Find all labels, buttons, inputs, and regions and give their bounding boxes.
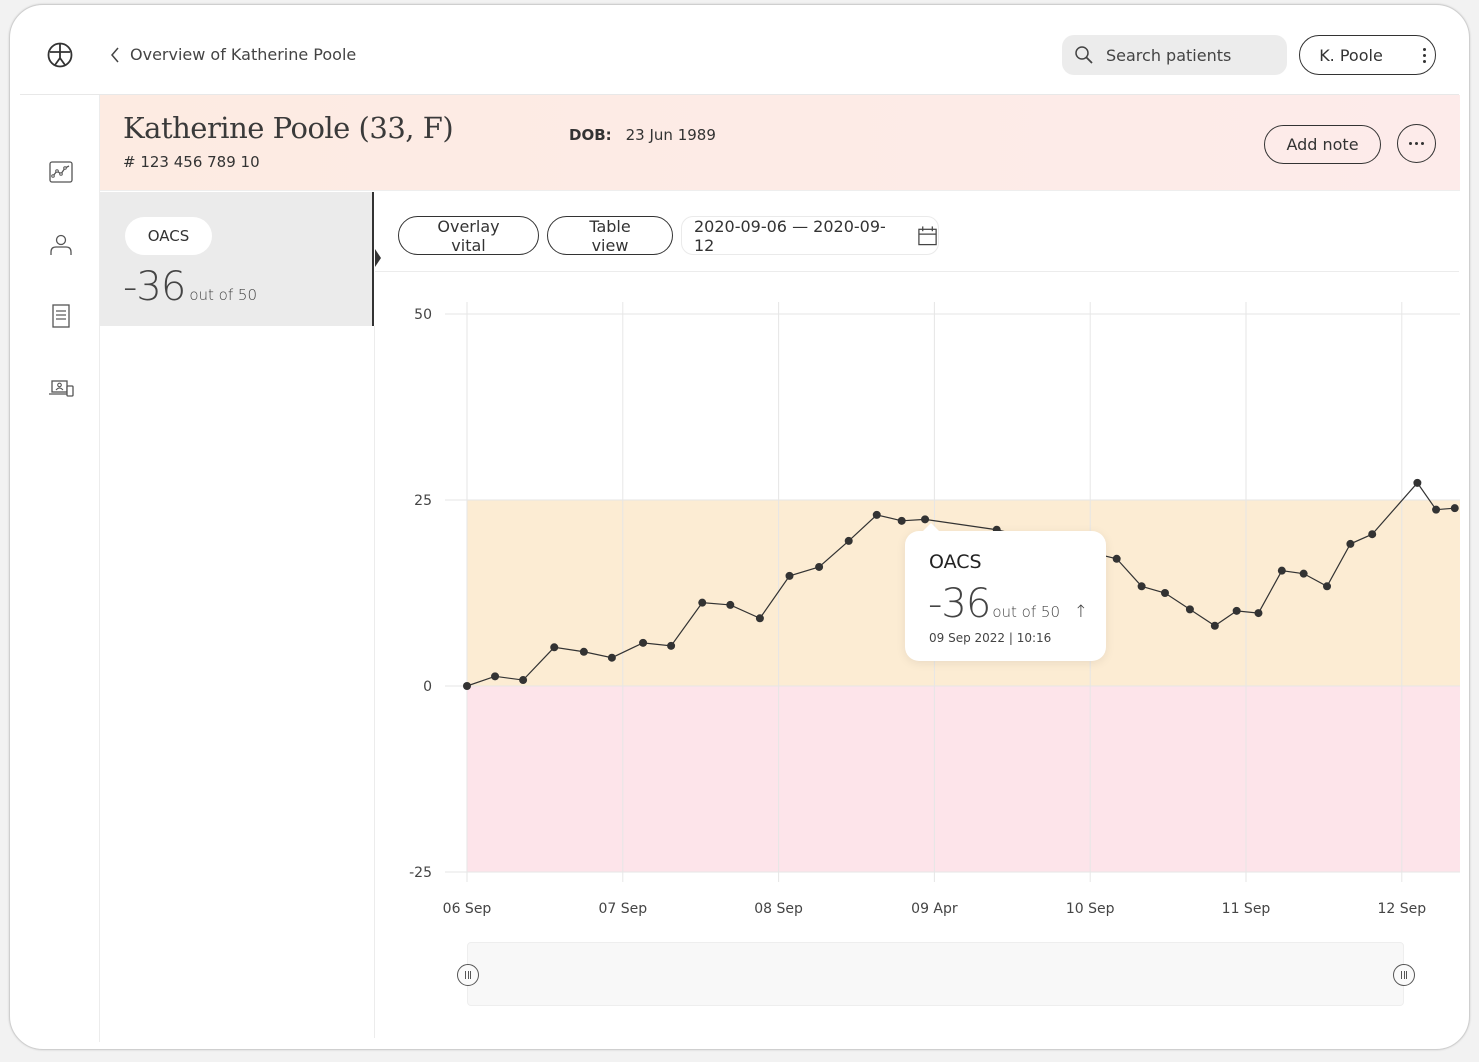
data-point-tooltip: OACS -36 out of 50 ↑ 09 Sep 2022 | 10:16: [905, 523, 1106, 661]
data-point: [463, 682, 471, 690]
trend-up-icon: ↑: [1073, 602, 1088, 622]
y-tick-label: 50: [414, 307, 432, 323]
data-point: [1160, 589, 1169, 597]
data-point: [1185, 605, 1194, 614]
data-point: [1232, 606, 1241, 615]
data-point: [1432, 505, 1441, 514]
tooltip-value: -36 out of 50 ↑: [928, 581, 1088, 627]
data-point: [491, 672, 500, 681]
data-point: [1323, 582, 1332, 591]
data-point: [1413, 478, 1422, 487]
data-point: [1450, 504, 1459, 513]
brush-handle-right[interactable]: [1393, 964, 1415, 986]
tooltip-datetime: 09 Sep 2022 | 10:16: [929, 631, 1052, 645]
data-point: [1254, 609, 1263, 618]
x-tick-label: 12 Sep: [1377, 901, 1426, 917]
data-point: [1112, 554, 1121, 563]
data-point: [785, 571, 794, 580]
data-point: [872, 510, 881, 519]
data-point: [755, 614, 764, 623]
x-tick-label: 10 Sep: [1066, 901, 1115, 917]
data-point: [1137, 582, 1146, 591]
data-point: [519, 676, 528, 685]
x-tick-label: 11 Sep: [1222, 901, 1271, 917]
data-point: [1299, 569, 1308, 578]
tooltip-value-suffix: out of 50: [992, 603, 1060, 621]
tooltip-value-number: -36: [928, 581, 991, 627]
data-point: [844, 536, 853, 545]
data-point: [698, 598, 707, 607]
oacs-line-chart: 06 Sep 07 Sep 08 Sep 09 Apr 10 Sep 11 Sep 12 S…: [409, 302, 1460, 917]
range-brush[interactable]: [467, 942, 1404, 1006]
data-point: [815, 562, 824, 571]
data-point: [1368, 530, 1377, 539]
data-point: [607, 653, 616, 662]
data-point: [579, 647, 588, 656]
y-tick-label: 0: [423, 679, 432, 695]
x-tick-label: 08 Sep: [754, 901, 803, 917]
data-point: [1277, 566, 1286, 575]
data-point: [1210, 621, 1219, 630]
data-point: [726, 600, 735, 609]
brush-handle-left[interactable]: [457, 964, 479, 986]
data-point: [897, 516, 906, 525]
data-point: [550, 643, 559, 652]
y-tick-label: 25: [414, 493, 432, 509]
data-point: [667, 641, 676, 650]
data-point: [1346, 539, 1355, 548]
y-tick-label: -25: [409, 865, 432, 881]
x-tick-label: 07 Sep: [598, 901, 647, 917]
data-point: [639, 638, 648, 647]
tooltip-title: OACS: [929, 551, 982, 573]
x-tick-label: 09 Apr: [911, 901, 958, 917]
threshold-band-1: [467, 686, 1460, 872]
x-tick-label: 06 Sep: [443, 901, 492, 917]
